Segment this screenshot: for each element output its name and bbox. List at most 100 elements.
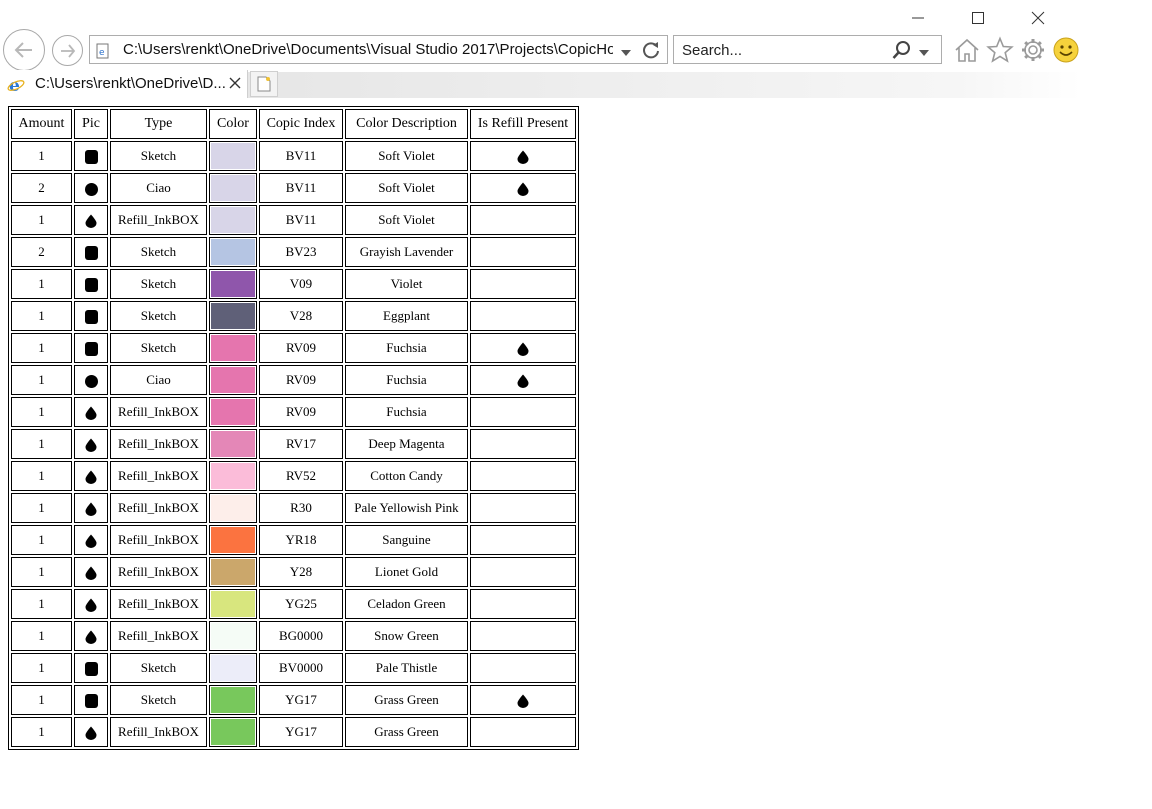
- color-description-cell: Pale Yellowish Pink: [345, 493, 468, 523]
- type-cell: Refill_InkBOX: [110, 717, 207, 747]
- refill-present-cell: [470, 397, 576, 427]
- refill-present-cell: [470, 493, 576, 523]
- search-input[interactable]: [682, 40, 882, 60]
- type-cell: Refill_InkBOX: [110, 621, 207, 651]
- table-row: 1 Sketch BV11 Soft Violet: [11, 141, 576, 171]
- refill-present-cell: [470, 429, 576, 459]
- favorites-star-icon[interactable]: [986, 36, 1014, 69]
- type-cell: Sketch: [110, 237, 207, 267]
- pic-cell: [74, 461, 108, 491]
- color-cell: [209, 397, 257, 427]
- home-icon[interactable]: [953, 36, 981, 69]
- copic-index-cell: Y28: [259, 557, 343, 587]
- table-row: 1 Sketch V28 Eggplant: [11, 301, 576, 331]
- color-swatch: [211, 207, 255, 233]
- refresh-icon[interactable]: [641, 40, 661, 64]
- square-icon: [84, 246, 98, 260]
- close-button[interactable]: [1008, 6, 1068, 30]
- pic-cell: [74, 237, 108, 267]
- window-controls: [888, 6, 1068, 30]
- color-swatch: [211, 431, 255, 457]
- table-header-row: Amount Pic Type Color Copic Index Color …: [11, 109, 576, 139]
- color-description-cell: Snow Green: [345, 621, 468, 651]
- pic-cell: [74, 141, 108, 171]
- header-color: Color: [209, 109, 257, 139]
- pic-cell: [74, 333, 108, 363]
- new-tab-button[interactable]: [250, 71, 278, 97]
- type-cell: Refill_InkBOX: [110, 493, 207, 523]
- refill-present-cell: [470, 621, 576, 651]
- type-cell: Ciao: [110, 173, 207, 203]
- color-description-cell: Violet: [345, 269, 468, 299]
- color-cell: [209, 685, 257, 715]
- header-color-description: Color Description: [345, 109, 468, 139]
- amount-cell: 1: [11, 557, 72, 587]
- color-cell: [209, 237, 257, 267]
- color-swatch: [211, 335, 255, 361]
- marker-table: Amount Pic Type Color Copic Index Color …: [8, 106, 579, 750]
- copic-index-cell: V09: [259, 269, 343, 299]
- pic-cell: [74, 493, 108, 523]
- maximize-icon: [972, 12, 984, 24]
- color-description-cell: Eggplant: [345, 301, 468, 331]
- refill-present-cell: [470, 525, 576, 555]
- type-cell: Refill_InkBOX: [110, 525, 207, 555]
- amount-cell: 1: [11, 621, 72, 651]
- copic-index-cell: R30: [259, 493, 343, 523]
- color-cell: [209, 589, 257, 619]
- table-row: 1 Sketch YG17 Grass Green: [11, 685, 576, 715]
- color-swatch: [211, 687, 255, 713]
- circle-icon: [84, 182, 98, 196]
- drop-icon: [85, 598, 97, 612]
- table-row: 1 Sketch V09 Violet: [11, 269, 576, 299]
- amount-cell: 1: [11, 589, 72, 619]
- color-description-cell: Grass Green: [345, 717, 468, 747]
- color-swatch: [211, 367, 255, 393]
- color-description-cell: Sanguine: [345, 525, 468, 555]
- amount-cell: 1: [11, 525, 72, 555]
- search-icon[interactable]: [892, 40, 912, 64]
- color-cell: [209, 557, 257, 587]
- color-swatch: [211, 591, 255, 617]
- color-description-cell: Cotton Candy: [345, 461, 468, 491]
- minimize-button[interactable]: [888, 6, 948, 30]
- pic-cell: [74, 301, 108, 331]
- color-cell: [209, 493, 257, 523]
- drop-icon: [85, 502, 97, 516]
- page-content: Amount Pic Type Color Copic Index Color …: [8, 106, 579, 750]
- square-icon: [84, 342, 98, 356]
- color-description-cell: Grass Green: [345, 685, 468, 715]
- search-box: [673, 35, 942, 64]
- type-cell: Refill_InkBOX: [110, 589, 207, 619]
- back-button[interactable]: [3, 29, 45, 71]
- address-bar[interactable]: e C:\Users\renkt\OneDrive\Documents\Visu…: [89, 35, 668, 64]
- copic-index-cell: RV09: [259, 333, 343, 363]
- color-swatch: [211, 463, 255, 489]
- copic-index-cell: YG17: [259, 717, 343, 747]
- tab-active[interactable]: e C:\Users\renkt\OneDrive\D...: [0, 70, 248, 98]
- color-description-cell: Soft Violet: [345, 141, 468, 171]
- square-icon: [84, 662, 98, 676]
- amount-cell: 1: [11, 717, 72, 747]
- color-swatch: [211, 559, 255, 585]
- navigation-bar: e C:\Users\renkt\OneDrive\Documents\Visu…: [0, 29, 1152, 71]
- settings-gear-icon[interactable]: [1019, 36, 1047, 69]
- color-swatch: [211, 655, 255, 681]
- color-swatch: [211, 175, 255, 201]
- refill-present-cell: [470, 365, 576, 395]
- amount-cell: 1: [11, 301, 72, 331]
- header-refill-present: Is Refill Present: [470, 109, 576, 139]
- copic-index-cell: BV11: [259, 141, 343, 171]
- type-cell: Refill_InkBOX: [110, 397, 207, 427]
- address-dropdown-icon[interactable]: [621, 44, 631, 61]
- tab-close-icon[interactable]: [229, 76, 241, 93]
- table-row: 1 Refill_InkBOX R30 Pale Yellowish Pink: [11, 493, 576, 523]
- refill-present-cell: [470, 685, 576, 715]
- search-dropdown-icon[interactable]: [919, 44, 929, 61]
- drop-icon: [85, 406, 97, 420]
- type-cell: Sketch: [110, 685, 207, 715]
- maximize-button[interactable]: [948, 6, 1008, 30]
- feedback-smiley-icon[interactable]: [1052, 36, 1080, 69]
- forward-button[interactable]: [52, 35, 83, 66]
- type-cell: Sketch: [110, 141, 207, 171]
